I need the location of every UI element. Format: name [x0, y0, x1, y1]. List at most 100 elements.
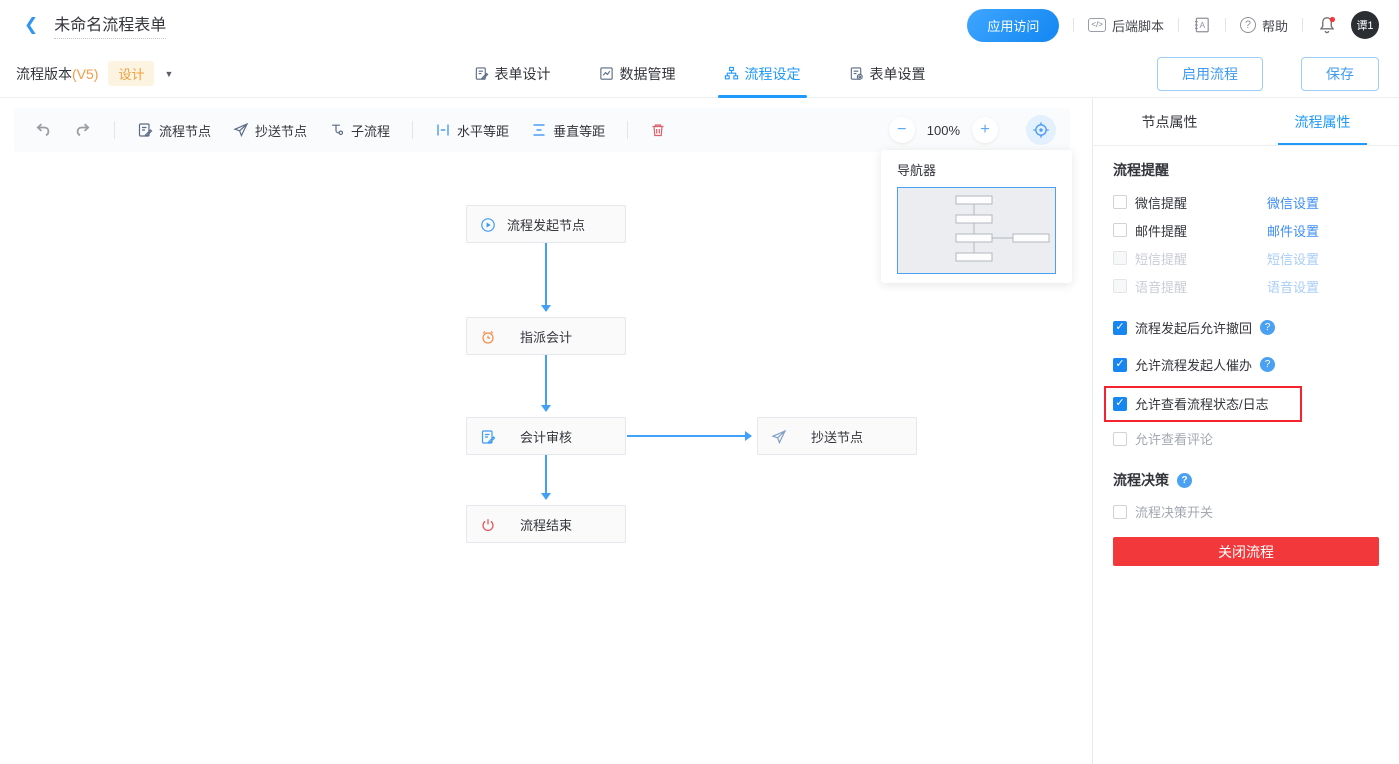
app-header: ❮ 未命名流程表单 应用访问 </> 后端脚本 A ? 帮助: [0, 0, 1399, 50]
flow-node-end[interactable]: 流程结束: [466, 505, 626, 543]
add-flow-node-button[interactable]: 流程节点: [131, 117, 217, 144]
view-status-log-checkbox[interactable]: ✓: [1113, 397, 1127, 411]
address-book-icon: A: [1193, 16, 1211, 34]
paper-plane-icon: [771, 429, 787, 445]
help-icon[interactable]: ?: [1260, 357, 1275, 372]
wechat-settings-link[interactable]: 微信设置: [1267, 193, 1319, 212]
option-row-view-status-log: ✓ 允许查看流程状态/日志: [1113, 394, 1292, 413]
zoom-level: 100%: [927, 123, 960, 138]
enable-flow-button[interactable]: 启用流程: [1157, 57, 1263, 91]
flow-node-cc[interactable]: 抄送节点: [757, 417, 917, 455]
tool-label: 抄送节点: [255, 121, 307, 140]
tab-label: 表单设置: [870, 64, 926, 84]
vertical-spacing-button[interactable]: 垂直等距: [525, 117, 611, 144]
option-label: 允许查看流程状态/日志: [1135, 394, 1269, 413]
reminder-label: 短信提醒: [1135, 249, 1267, 268]
tab-label: 数据管理: [620, 64, 676, 84]
alarm-clock-icon: [480, 329, 496, 345]
navigator-panel: 导航器: [881, 150, 1072, 283]
play-circle-icon: [480, 217, 496, 233]
reminder-section-title: 流程提醒: [1113, 160, 1169, 180]
flow-connector: [545, 243, 547, 311]
tab-label: 表单设计: [495, 64, 551, 84]
divider: [1178, 18, 1179, 32]
divider: [114, 121, 115, 139]
redo-button[interactable]: [68, 117, 98, 143]
api-reference-button[interactable]: A: [1193, 16, 1211, 34]
divider: [1302, 18, 1303, 32]
option-label: 流程发起后允许撤回: [1135, 318, 1252, 337]
wechat-reminder-checkbox[interactable]: [1113, 195, 1127, 209]
tool-label: 流程节点: [159, 121, 211, 140]
design-status-badge: 设计: [108, 61, 154, 86]
flow-toolbar: 流程节点 抄送节点 子流程 水平等距: [14, 108, 1070, 152]
flow-node-assign-accountant[interactable]: 指派会计: [466, 317, 626, 355]
power-icon: [480, 517, 496, 533]
reminder-row-sms: 短信提醒 短信设置: [1113, 244, 1381, 272]
question-icon: ?: [1240, 17, 1256, 33]
email-reminder-checkbox[interactable]: [1113, 223, 1127, 237]
zoom-out-button[interactable]: −: [889, 117, 915, 143]
tool-label: 子流程: [351, 121, 390, 140]
allow-withdraw-checkbox[interactable]: ✓: [1113, 321, 1127, 335]
highlight-box: ✓ 允许查看流程状态/日志: [1104, 386, 1302, 422]
tab-form-settings[interactable]: 表单设置: [847, 50, 928, 98]
option-label: 允许流程发起人催办: [1135, 355, 1252, 374]
version-dropdown-icon[interactable]: ▼: [164, 69, 173, 79]
flow-node-start[interactable]: 流程发起节点: [466, 205, 626, 243]
navigator-minimap[interactable]: [897, 187, 1056, 274]
node-label: 指派会计: [520, 327, 572, 346]
back-icon[interactable]: ❮: [24, 15, 38, 35]
option-row-allow-withdraw: ✓ 流程发起后允许撤回 ?: [1113, 318, 1381, 337]
help-icon[interactable]: ?: [1260, 320, 1275, 335]
divider: [412, 121, 413, 139]
reminder-label: 微信提醒: [1135, 193, 1267, 212]
delete-button[interactable]: [644, 118, 672, 142]
notification-bell-icon[interactable]: [1317, 15, 1337, 35]
option-label: 流程决策开关: [1135, 502, 1213, 521]
sms-reminder-checkbox: [1113, 251, 1127, 265]
app-access-button[interactable]: 应用访问: [967, 9, 1059, 42]
tab-node-properties[interactable]: 节点属性: [1093, 98, 1246, 145]
allow-urge-checkbox[interactable]: ✓: [1113, 358, 1127, 372]
avatar[interactable]: 谭1: [1351, 11, 1379, 39]
flow-canvas[interactable]: 流程节点 抄送节点 子流程 水平等距: [0, 98, 1093, 764]
tab-flow-properties[interactable]: 流程属性: [1246, 98, 1399, 145]
add-subflow-button[interactable]: 子流程: [323, 117, 396, 144]
horizontal-spacing-button[interactable]: 水平等距: [429, 117, 515, 144]
page-title[interactable]: 未命名流程表单: [54, 11, 166, 39]
version-bar: 流程版本 (V5) 设计 ▼ 表单设计 数据管理 流程设定: [0, 50, 1399, 98]
view-comments-checkbox[interactable]: [1113, 432, 1127, 446]
node-label: 流程结束: [520, 515, 572, 534]
backend-script-label: 后端脚本: [1112, 16, 1164, 35]
code-icon: </>: [1088, 18, 1106, 32]
flow-node-accountant-review[interactable]: 会计审核: [466, 417, 626, 455]
reminder-row-email: 邮件提醒 邮件设置: [1113, 216, 1381, 244]
properties-panel: 节点属性 流程属性 流程提醒 微信提醒 微信设置 邮件提醒 邮件设置 短信提醒 …: [1093, 98, 1399, 764]
decision-switch-checkbox[interactable]: [1113, 505, 1127, 519]
help-button[interactable]: ? 帮助: [1240, 16, 1288, 35]
undo-button[interactable]: [28, 117, 58, 143]
reminder-row-wechat: 微信提醒 微信设置: [1113, 188, 1381, 216]
tab-data-management[interactable]: 数据管理: [597, 50, 678, 98]
node-label: 抄送节点: [811, 427, 863, 446]
save-button[interactable]: 保存: [1301, 57, 1379, 91]
email-settings-link[interactable]: 邮件设置: [1267, 221, 1319, 240]
help-icon[interactable]: ?: [1177, 473, 1192, 488]
voice-reminder-checkbox: [1113, 279, 1127, 293]
zoom-in-button[interactable]: +: [972, 117, 998, 143]
close-flow-button[interactable]: 关闭流程: [1113, 537, 1379, 566]
version-number: (V5): [72, 66, 98, 82]
tab-flow-settings[interactable]: 流程设定: [722, 50, 803, 98]
add-cc-node-button[interactable]: 抄送节点: [227, 117, 313, 144]
tool-label: 水平等距: [457, 121, 509, 140]
tab-form-design[interactable]: 表单设计: [472, 50, 553, 98]
tool-label: 垂直等距: [553, 121, 605, 140]
backend-script-button[interactable]: </> 后端脚本: [1088, 16, 1164, 35]
locate-center-button[interactable]: [1026, 115, 1056, 145]
navigator-title: 导航器: [897, 160, 1056, 179]
decision-section-title: 流程决策: [1113, 470, 1169, 490]
svg-text:A: A: [1200, 20, 1206, 30]
tab-label: 流程设定: [745, 64, 801, 84]
node-label: 会计审核: [520, 427, 572, 446]
